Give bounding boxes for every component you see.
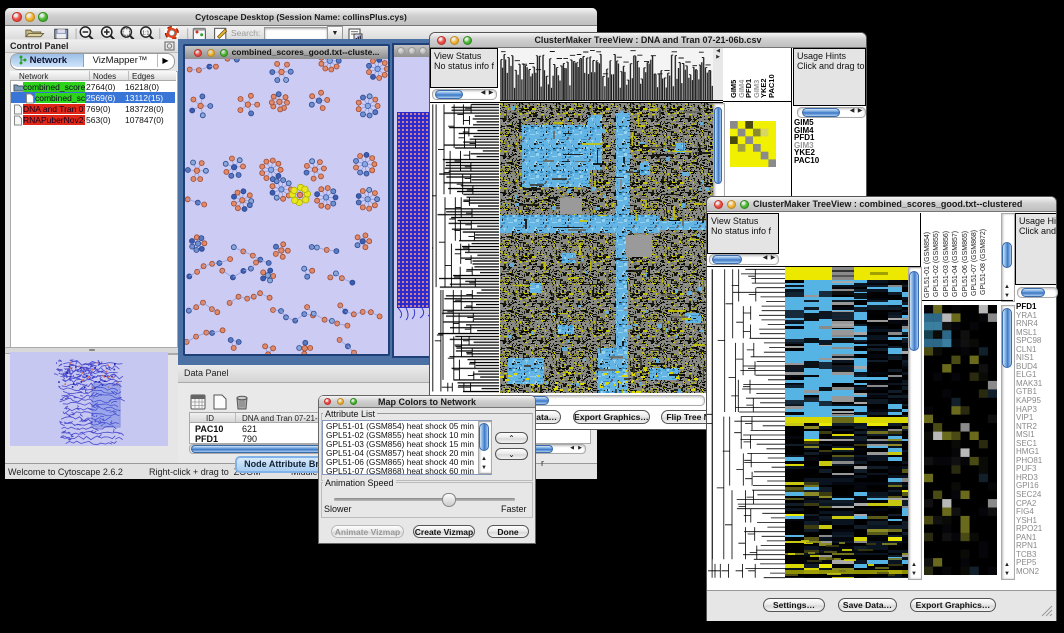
svg-text:GPL51-03 (GSM856): GPL51-03 (GSM856) — [943, 231, 950, 297]
svg-text:GPL51-06 (GSM865): GPL51-06 (GSM865) — [962, 231, 969, 297]
svg-text:GPL51-01 (GSM854): GPL51-01 (GSM854) — [924, 232, 931, 298]
svg-text:GPL51-07 (GSM868): GPL51-07 (GSM868) — [971, 230, 978, 296]
svg-text:GPL51-08 (GSM872): GPL51-08 (GSM872) — [980, 229, 987, 295]
svg-text:1:1: 1:1 — [142, 30, 149, 36]
svg-text:PAC10: PAC10 — [767, 74, 776, 98]
svg-text:GPL51-04 (GSM857): GPL51-04 (GSM857) — [952, 231, 959, 297]
svg-text:GPL51-02 (GSM855): GPL51-02 (GSM855) — [933, 231, 940, 297]
